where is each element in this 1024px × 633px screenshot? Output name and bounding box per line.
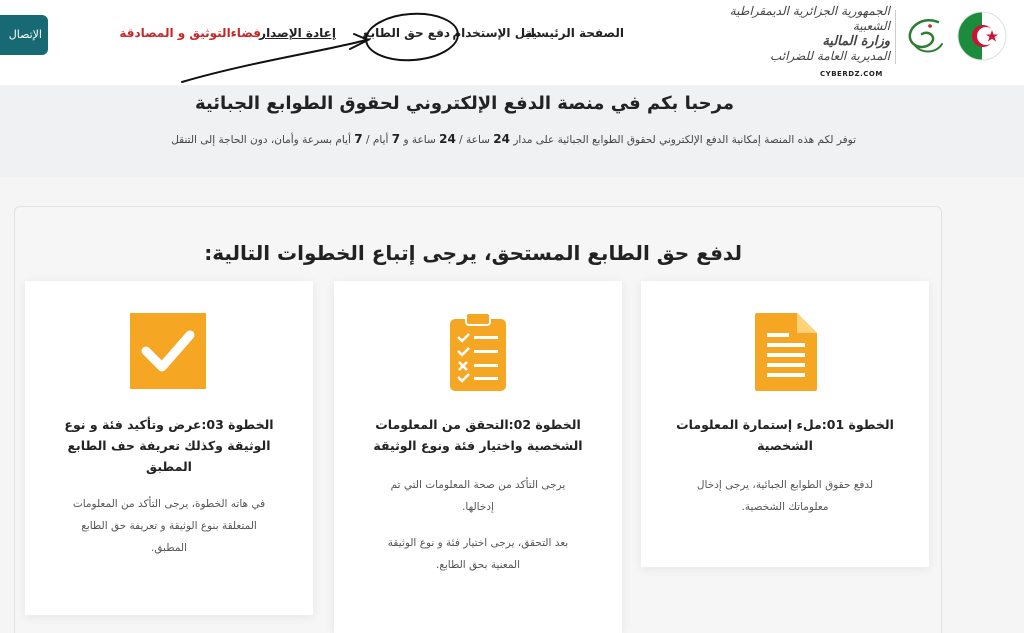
hero-sub-part5: أيام بسرعة وأمان، دون الحاجة إلى التنقل	[171, 134, 351, 146]
ministry-brand: الجمهورية الجزائرية الديمقراطية الشعبية …	[718, 4, 890, 64]
step1-text: لدفع حقوق الطوابع الجبائية، يرجى إدخال م…	[651, 474, 919, 518]
step2-card: الخطوة 02:التحقق من المعلومات الشخصية وا…	[334, 281, 622, 633]
watermark-text: CYBERDZ.COM	[820, 70, 883, 78]
hero-sub-part4: أيام /	[366, 134, 389, 146]
step3-text: في هاته الخطوة، يرجى التأكد من المعلومات…	[35, 493, 303, 559]
nav-verify-link[interactable]: فضاءالتوثيق و المصادقة	[119, 26, 261, 40]
hero-subtitle: توفر لكم هذه المنصة إمكانية الدفع الإلكت…	[171, 132, 856, 146]
nav-pay-stamp-link[interactable]: دفع حق الطابع	[362, 26, 450, 40]
step2-text: يرجى التأكد من صحة المعلومات التي تم إدخ…	[344, 474, 612, 576]
brand-directorate: المديرية العامة للضرائب	[770, 49, 890, 63]
nav-reissue-link[interactable]: إعادة الإصدار	[259, 26, 336, 40]
step2-text-line4: المعنية بحق الطابع.	[435, 559, 521, 571]
header-divider	[895, 10, 896, 64]
algeria-flag-icon	[957, 11, 1007, 61]
brand-ministry: وزارة المالية	[822, 34, 890, 49]
steps-title: لدفع حق الطابع المستحق، يرجى إتباع الخطو…	[204, 241, 742, 265]
hero-sub-num-24a: 24	[493, 132, 510, 146]
hero-sub-num-24b: 24	[439, 132, 456, 146]
checklist-icon	[450, 312, 506, 391]
step3-title-line1: الخطوة 03:عرض وتأكيد فئة و نوع	[64, 417, 274, 432]
step2-title-line2: الشخصية واختيار فئة ونوع الوثيقة	[373, 438, 583, 453]
hero-title: مرحبا بكم في منصة الدفع الإلكتروني لحقوق…	[194, 93, 734, 114]
checkmark-icon	[130, 313, 206, 389]
step2-title: الخطوة 02:التحقق من المعلومات الشخصية وا…	[344, 414, 612, 456]
hero-sub-part2: ساعة /	[459, 134, 490, 146]
step3-text-line3: المطبق.	[150, 542, 188, 554]
step2-title-line1: الخطوة 02:التحقق من المعلومات	[375, 417, 581, 432]
document-icon	[755, 313, 817, 391]
login-button[interactable]: الإتصال	[0, 15, 48, 55]
step1-text-line1: لدفع حقوق الطوابع الجبائية، يرجى إدخال	[696, 479, 874, 491]
step1-title-line1: الخطوة 01:ملء إستمارة المعلومات	[676, 417, 894, 432]
step3-text-line2: المتعلقة بنوع الوثيقة و تعريفة حق الطابع	[81, 520, 257, 532]
hero-sub-num-7b: 7	[354, 132, 363, 146]
step3-card: الخطوة 03:عرض وتأكيد فئة و نوع الوثيقة و…	[25, 281, 313, 615]
step2-text-line1: يرجى التأكد من صحة المعلومات التي تم	[390, 479, 566, 491]
step3-title-line3: المطبق	[146, 459, 192, 474]
nav-home-link[interactable]: الصفحة الرئيسية	[525, 26, 624, 40]
hero-sub-part1: توفر لكم هذه المنصة إمكانية الدفع الإلكت…	[513, 134, 856, 146]
step1-title-line2: الشخصية	[757, 438, 813, 453]
step2-text-spacer	[344, 518, 612, 532]
logo-signature-icon	[908, 19, 943, 53]
step2-text-line2: إدخالها.	[462, 501, 494, 513]
step1-text-line2: معلوماتك الشخصية.	[741, 501, 829, 513]
step1-card: الخطوة 01:ملء إستمارة المعلومات الشخصية …	[641, 281, 929, 567]
step1-title: الخطوة 01:ملء إستمارة المعلومات الشخصية	[651, 414, 919, 456]
step2-text-line3: بعد التحقق، يرجى اختيار فئة و نوع الوثيق…	[387, 537, 569, 549]
step3-title: الخطوة 03:عرض وتأكيد فئة و نوع الوثيقة و…	[35, 414, 303, 477]
hero-sub-num-7a: 7	[391, 132, 401, 146]
step3-text-line1: في هاته الخطوة، يرجى التأكد من المعلومات	[72, 498, 266, 510]
hero-sub-part3: ساعة و	[403, 134, 436, 146]
brand-republic: الجمهورية الجزائرية الديمقراطية الشعبية	[729, 4, 890, 33]
step3-title-line2: الوثيقة وكذلك تعريفة حف الطابع	[67, 438, 271, 453]
